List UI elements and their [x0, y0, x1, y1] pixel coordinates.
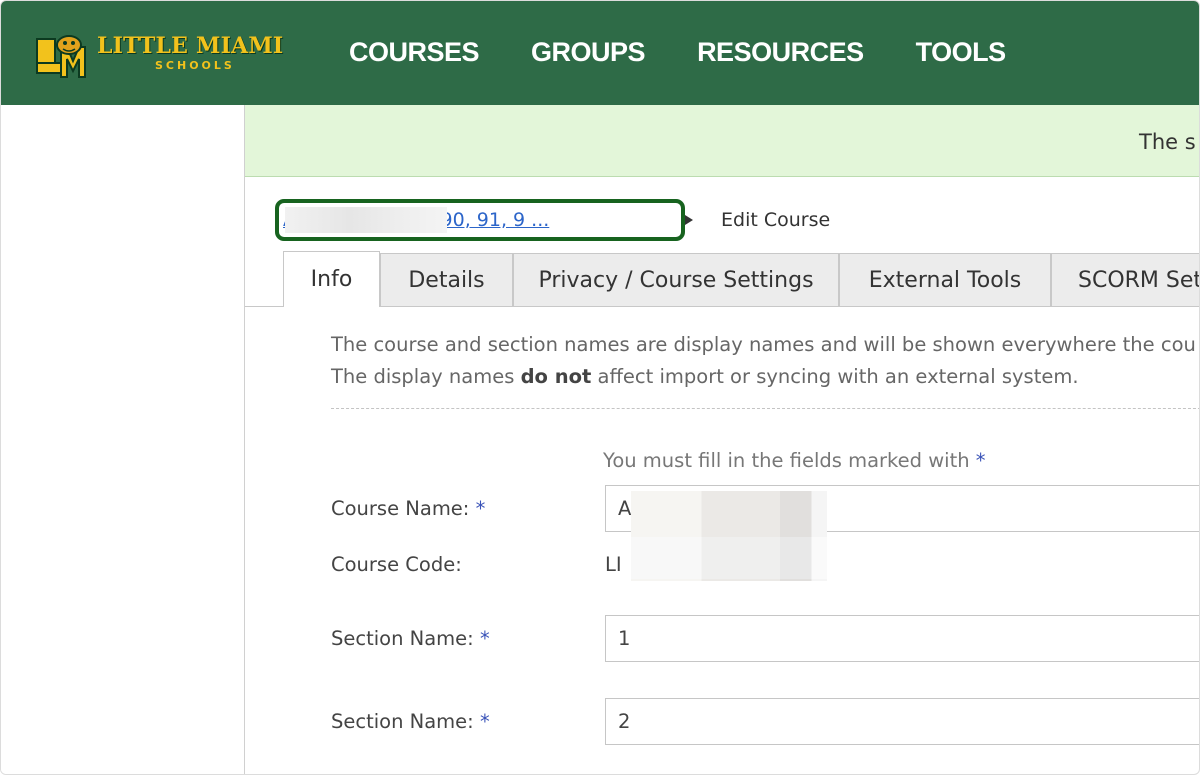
nav-resources[interactable]: RESOURCES	[697, 37, 864, 68]
required-star: *	[975, 449, 986, 472]
section-divider	[331, 408, 1199, 409]
section-name-label-1: Section Name: *	[331, 627, 490, 650]
window: LITTLE MIAMI SCHOOLS COURSES GROUPS RESO…	[0, 0, 1200, 775]
school-logo[interactable]: LITTLE MIAMI SCHOOLS	[33, 31, 305, 81]
section-name-label-2: Section Name: *	[331, 710, 490, 733]
left-sidebar	[1, 105, 245, 774]
banner-message: The s	[1139, 130, 1196, 154]
info-emphasis: do not	[520, 365, 592, 388]
course-code-value: LI	[605, 553, 622, 576]
breadcrumb: A y 1: 1, 2, 3, 4, 90, 91, 9 ... Edit Co…	[275, 199, 925, 241]
required-fields-note: You must fill in the fields marked with …	[603, 449, 986, 472]
info-text: The course and section names are display…	[331, 329, 1196, 393]
breadcrumb-highlight-box	[275, 199, 685, 241]
tab-scorm-settings[interactable]: SCORM Set	[1051, 253, 1199, 306]
info-line-2: The display names do not affect import o…	[331, 365, 1079, 388]
section-name-input-2[interactable]: 2	[605, 698, 1199, 745]
tab-info[interactable]: Info	[283, 251, 380, 307]
redacted-course-code-value	[631, 537, 827, 579]
main-content: A y 1: 1, 2, 3, 4, 90, 91, 9 ... Edit Co…	[245, 177, 1199, 774]
course-tabs: Info Details Privacy / Course Settings E…	[245, 251, 1199, 307]
logo-subtitle: SCHOOLS	[155, 59, 235, 72]
section-name-input-1[interactable]: 1	[605, 615, 1199, 662]
tab-external-tools[interactable]: External Tools	[839, 253, 1051, 306]
breadcrumb-arrow-icon	[685, 215, 693, 225]
nav-tools[interactable]: TOOLS	[916, 37, 1007, 68]
course-name-label: Course Name: *	[331, 497, 486, 520]
nav-groups[interactable]: GROUPS	[531, 37, 646, 68]
success-banner: The s	[245, 105, 1199, 177]
logo-title: LITTLE MIAMI	[97, 33, 284, 59]
tab-details[interactable]: Details	[380, 253, 513, 306]
breadcrumb-current: Edit Course	[721, 209, 831, 231]
top-header: LITTLE MIAMI SCHOOLS COURSES GROUPS RESO…	[1, 1, 1199, 105]
nav-courses[interactable]: COURSES	[349, 37, 480, 68]
tab-privacy-course-settings[interactable]: Privacy / Course Settings	[513, 253, 839, 306]
info-line-1: The course and section names are display…	[331, 333, 1196, 356]
main-nav: COURSES GROUPS RESOURCES TOOLS	[349, 37, 1006, 68]
course-code-label: Course Code:	[331, 553, 462, 576]
tiger-lm-logo-icon	[36, 35, 86, 78]
